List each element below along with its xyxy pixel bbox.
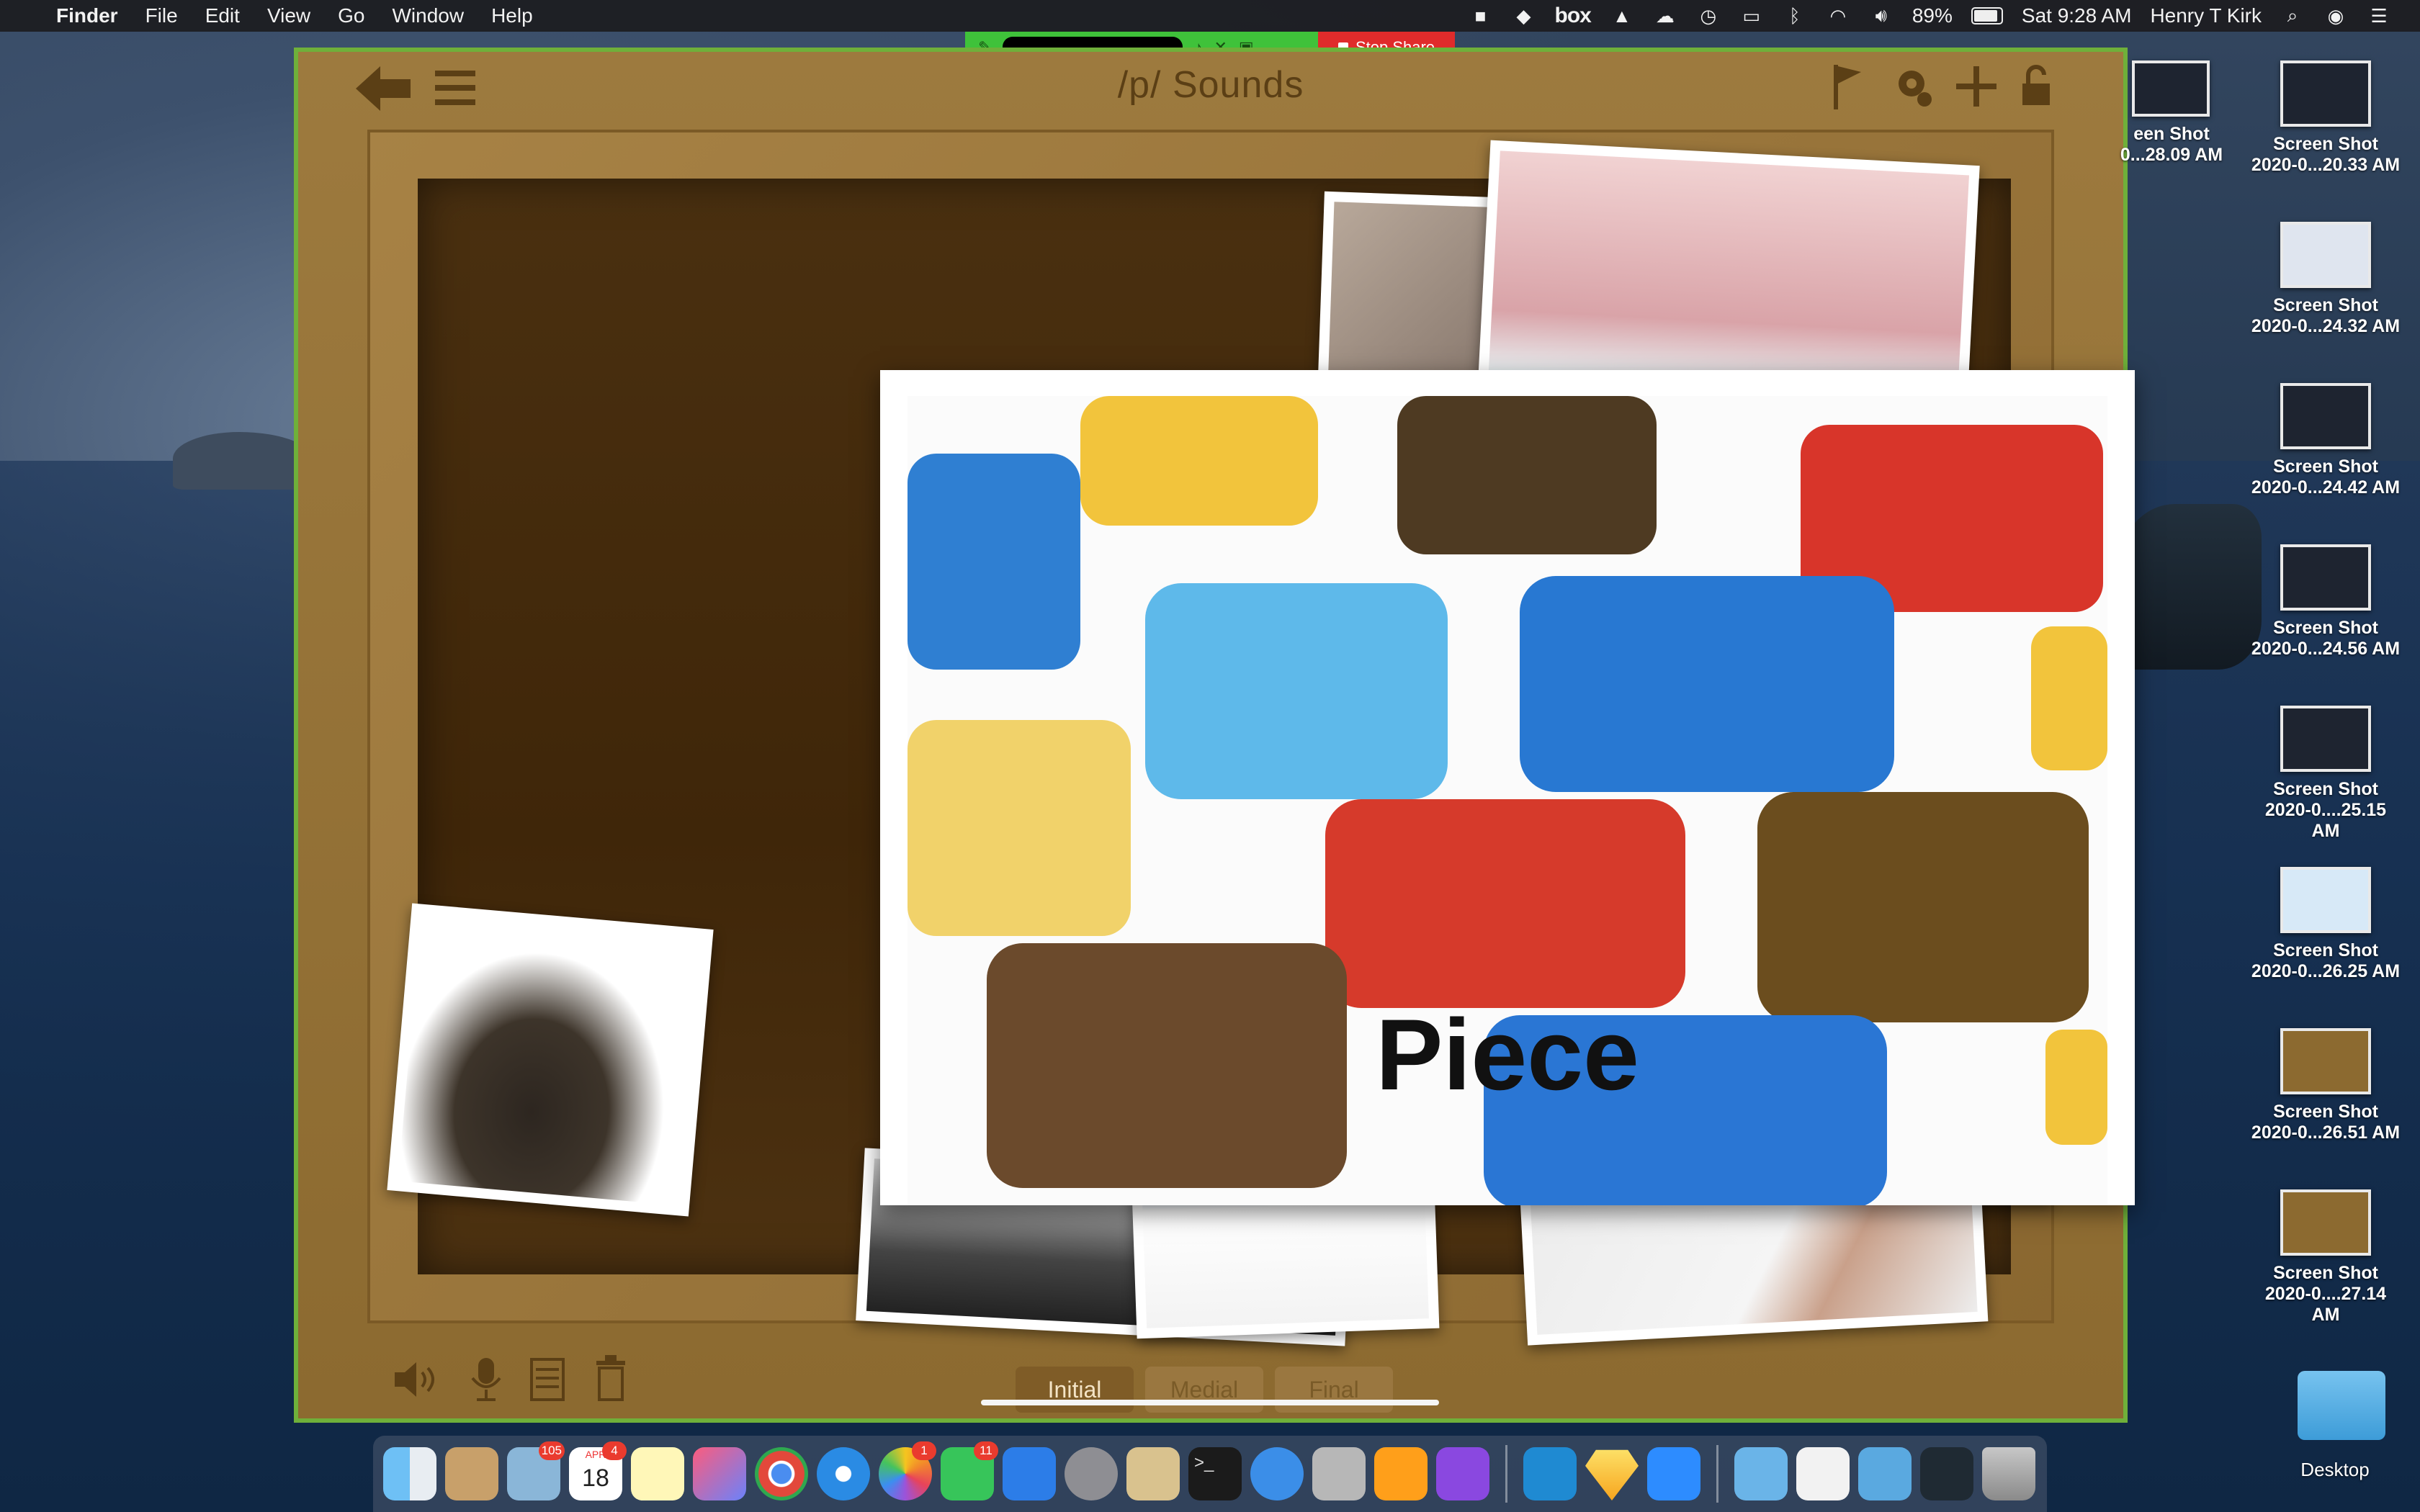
zoom-video-icon[interactable]: ■ xyxy=(1469,5,1493,27)
back-arrow-icon[interactable] xyxy=(353,62,413,115)
tab-medial[interactable]: Medial xyxy=(1145,1367,1263,1413)
desktop-file[interactable]: een Shot 0...28.09 AM xyxy=(2110,60,2233,166)
menu-file[interactable]: File xyxy=(145,4,178,27)
current-word-card[interactable]: Piece xyxy=(880,370,2135,1205)
window-stack-icon[interactable] xyxy=(1920,1447,1973,1500)
menu-bar: Finder File Edit View Go Window Help ■ ◆… xyxy=(0,0,2420,32)
trash-icon[interactable] xyxy=(593,1354,628,1403)
desktop-folder-icon[interactable] xyxy=(2298,1371,2385,1440)
menu-icon[interactable] xyxy=(434,68,477,108)
file-thumbnail xyxy=(2280,60,2371,127)
dock-separator xyxy=(1505,1445,1507,1503)
sketch-icon[interactable] xyxy=(1585,1449,1639,1500)
tab-initial[interactable]: Initial xyxy=(1016,1367,1134,1413)
wallpaper-rock xyxy=(2118,504,2262,670)
sublime-icon[interactable] xyxy=(1374,1447,1428,1500)
scroll-indicator xyxy=(981,1400,1439,1405)
tab-final[interactable]: Final xyxy=(1275,1367,1393,1413)
microphone-icon[interactable] xyxy=(468,1355,504,1405)
settings-gear-icon[interactable] xyxy=(1891,63,1935,109)
desktop-folder-label[interactable]: Desktop xyxy=(2256,1459,2414,1481)
desktop-file[interactable]: Screen Shot 2020-0...26.51 AM xyxy=(2250,1028,2401,1143)
card-soil[interactable] xyxy=(387,903,714,1217)
desktop-file[interactable]: Screen Shot 2020-0...24.42 AM xyxy=(2250,383,2401,498)
dropbox-icon[interactable]: ◆ xyxy=(1512,5,1536,27)
desktop-file[interactable]: Screen Shot 2020-0...20.33 AM xyxy=(2250,60,2401,176)
system-preferences-icon[interactable] xyxy=(1065,1447,1118,1500)
desktop-file[interactable]: Screen Shot 2020-0...24.56 AM xyxy=(2250,544,2401,660)
menu-help[interactable]: Help xyxy=(491,4,533,27)
file-thumbnail xyxy=(2280,222,2371,288)
target-word: Piece xyxy=(1376,998,1639,1111)
chat-icon[interactable] xyxy=(1250,1447,1304,1500)
menu-window[interactable]: Window xyxy=(392,4,464,27)
menubar-clock[interactable]: Sat 9:28 AM xyxy=(2022,4,2132,27)
battery-icon[interactable] xyxy=(1971,7,2003,24)
app-window: /p/ Sounds Piece Initial Medial Final xyxy=(294,48,2135,1423)
desktop-file[interactable]: Screen Shot 2020-0....27.14 AM xyxy=(2250,1189,2401,1326)
unlock-icon[interactable] xyxy=(2018,62,2054,109)
pencil-app-icon[interactable] xyxy=(1126,1447,1180,1500)
file-thumbnail xyxy=(2280,383,2371,449)
file-thumbnail xyxy=(2280,867,2371,933)
menu-app-name[interactable]: Finder xyxy=(56,4,118,27)
volume-icon[interactable]: 🔊︎ xyxy=(1869,4,1894,26)
desktop-file[interactable]: Screen Shot 2020-0....25.15 AM xyxy=(2250,706,2401,842)
folder-icon[interactable] xyxy=(1734,1447,1788,1500)
document-icon[interactable] xyxy=(1796,1447,1850,1500)
chrome-icon[interactable] xyxy=(755,1447,808,1500)
file-thumbnail xyxy=(2280,706,2371,772)
flag-icon[interactable] xyxy=(1829,62,1865,112)
file-thumbnail xyxy=(2280,544,2371,611)
trash-dock-icon[interactable] xyxy=(1982,1447,2035,1500)
calculator-icon[interactable] xyxy=(1312,1447,1366,1500)
safari-icon[interactable] xyxy=(817,1447,870,1500)
finder-icon[interactable] xyxy=(383,1447,436,1500)
desktop-file[interactable]: Screen Shot 2020-0...24.32 AM xyxy=(2250,222,2401,337)
omnifocus-icon[interactable] xyxy=(1436,1447,1489,1500)
downloads-folder-icon[interactable] xyxy=(1858,1447,1912,1500)
add-icon[interactable] xyxy=(1955,65,1998,108)
mail-icon[interactable]: 105 xyxy=(507,1441,565,1500)
cloud-upload-icon[interactable]: ☁ xyxy=(1653,5,1677,27)
photos-icon[interactable]: 1 xyxy=(879,1441,936,1500)
xcode-icon[interactable] xyxy=(1003,1447,1056,1500)
notification-center-icon[interactable]: ☰ xyxy=(2367,5,2391,27)
vscode-icon[interactable] xyxy=(1523,1447,1577,1500)
file-thumbnail xyxy=(2280,1028,2371,1094)
music-icon[interactable] xyxy=(693,1447,746,1500)
battery-percent[interactable]: 89% xyxy=(1912,4,1953,27)
speaker-play-icon[interactable] xyxy=(392,1358,438,1401)
desktop-file[interactable]: Screen Shot 2020-0...26.25 AM xyxy=(2250,867,2401,982)
file-thumbnail xyxy=(2132,60,2210,117)
dock-separator xyxy=(1716,1445,1718,1503)
menu-edit[interactable]: Edit xyxy=(205,4,240,27)
drive-icon[interactable]: ▲ xyxy=(1610,5,1634,27)
zoom-icon[interactable] xyxy=(1647,1447,1700,1500)
notes-app-icon[interactable] xyxy=(631,1447,684,1500)
notes-icon[interactable] xyxy=(529,1355,566,1403)
menu-view[interactable]: View xyxy=(267,4,310,27)
dock: 105 18 4 APR 1 11 >_ xyxy=(373,1436,2047,1512)
menubar-user[interactable]: Henry T Kirk xyxy=(2150,4,2262,27)
spotlight-search-icon[interactable]: ⌕ xyxy=(2280,4,2305,26)
siri-icon[interactable]: ◉ xyxy=(2323,5,2348,27)
bluetooth-icon[interactable]: ᛒ xyxy=(1783,5,1807,27)
box-icon[interactable]: box xyxy=(1555,4,1592,28)
terminal-icon[interactable]: >_ xyxy=(1188,1447,1242,1500)
messages-icon[interactable]: 11 xyxy=(941,1441,998,1500)
wifi-icon[interactable]: ◠ xyxy=(1826,5,1850,27)
file-thumbnail xyxy=(2280,1189,2371,1256)
time-machine-icon[interactable]: ◷ xyxy=(1696,5,1721,27)
airplay-icon[interactable]: ▭ xyxy=(1739,5,1764,27)
contacts-icon[interactable] xyxy=(445,1447,498,1500)
menu-go[interactable]: Go xyxy=(338,4,364,27)
calendar-icon[interactable]: 18 4 APR xyxy=(569,1441,627,1500)
